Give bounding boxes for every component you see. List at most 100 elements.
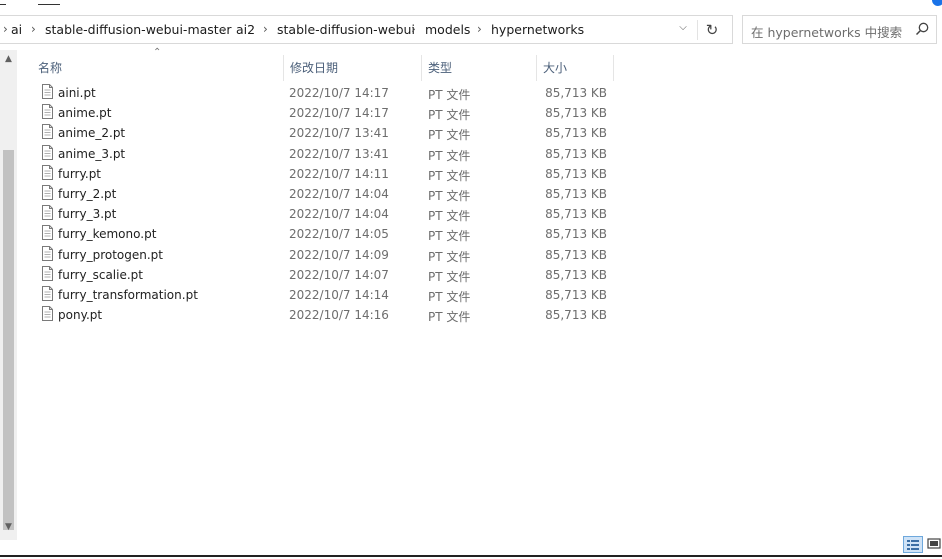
generic-file-icon <box>42 225 53 241</box>
chevron-right-icon[interactable]: › <box>222 22 227 36</box>
file-type: PT 文件 <box>428 88 471 102</box>
generic-file-icon <box>42 306 53 322</box>
file-row[interactable]: anime_3.pt 2022/10/7 13:41 PT 文件 85,713 KB <box>36 144 616 164</box>
breadcrumb-ai2[interactable]: ai2 <box>236 22 255 37</box>
breadcrumb-ai[interactable]: ai <box>11 22 22 37</box>
file-name[interactable]: anime_3.pt <box>58 147 125 161</box>
column-header-size[interactable]: 大小 <box>543 55 614 81</box>
generic-file-icon <box>42 205 53 221</box>
search-icon[interactable] <box>914 21 930 37</box>
file-type: PT 文件 <box>428 229 471 244</box>
details-view-button[interactable] <box>903 536 923 553</box>
file-name[interactable]: furry.pt <box>58 167 101 181</box>
file-modified-date: 2022/10/7 14:04 <box>289 207 389 222</box>
search-input[interactable]: 在 hypernetworks 中搜索 <box>742 15 937 44</box>
file-row[interactable]: aini.pt 2022/10/7 14:17 PT 文件 85,713 KB <box>36 83 616 103</box>
file-name[interactable]: pony.pt <box>58 308 102 322</box>
file-name[interactable]: furry_kemono.pt <box>58 227 156 241</box>
file-row[interactable]: furry_transformation.pt 2022/10/7 14:14 PT… <box>36 285 616 305</box>
file-modified-date: 2022/10/7 14:16 <box>289 308 389 323</box>
large-icons-view-icon <box>927 538 941 549</box>
file-type: PT 文件 <box>428 290 471 304</box>
file-row[interactable]: furry_protogen.pt 2022/10/7 14:09 PT 文件 85,… <box>36 245 616 265</box>
file-modified-date: 2022/10/7 14:09 <box>289 247 389 262</box>
generic-file-icon <box>42 164 53 180</box>
file-type: PT 文件 <box>428 269 471 284</box>
file-size: 85,713 KB <box>545 126 607 141</box>
generic-file-icon <box>42 265 53 281</box>
file-type: PT 文件 <box>428 209 471 224</box>
status-dot-icon <box>932 0 942 6</box>
file-name[interactable]: anime.pt <box>58 106 112 120</box>
chevron-right-icon[interactable]: › <box>263 22 268 36</box>
file-row[interactable]: furry_kemono.pt 2022/10/7 14:05 PT 文件 85,71… <box>36 224 616 244</box>
file-size: 85,713 KB <box>545 227 607 242</box>
file-modified-date: 2022/10/7 14:17 <box>289 86 389 100</box>
file-type: PT 文件 <box>428 168 471 183</box>
vertical-scrollbar[interactable]: ▲ ▼ <box>0 50 17 540</box>
file-name[interactable]: anime_2.pt <box>58 126 125 140</box>
details-view-icon <box>907 540 919 550</box>
file-modified-date: 2022/10/7 14:04 <box>289 187 389 201</box>
generic-file-icon <box>42 144 53 160</box>
file-name[interactable]: furry_3.pt <box>58 207 116 221</box>
file-modified-date: 2022/10/7 13:41 <box>289 146 389 161</box>
breadcrumb-hypernetworks[interactable]: hypernetworks <box>491 22 584 37</box>
file-row[interactable]: anime.pt 2022/10/7 14:17 PT 文件 85,713 KB <box>36 103 616 123</box>
file-type: PT 文件 <box>428 189 471 203</box>
file-row[interactable]: pony.pt 2022/10/7 14:16 PT 文件 85,713 KB <box>36 305 616 325</box>
column-header-type[interactable]: 类型 <box>428 55 537 81</box>
file-size: 85,713 KB <box>545 247 607 262</box>
column-header-date[interactable]: 修改日期 <box>290 55 422 81</box>
file-row[interactable]: anime_2.pt 2022/10/7 13:41 PT 文件 85,713 KB <box>36 123 616 143</box>
file-name[interactable]: furry_protogen.pt <box>58 248 163 262</box>
chevron-right-icon: › <box>3 22 8 36</box>
search-placeholder: 在 hypernetworks 中搜索 <box>751 25 903 40</box>
generic-file-icon <box>42 124 53 140</box>
address-bar[interactable]: › ai › stable-diffusion-webui-master › a… <box>0 15 733 44</box>
file-modified-date: 2022/10/7 14:07 <box>289 267 389 282</box>
file-modified-date: 2022/10/7 14:17 <box>289 106 389 121</box>
scrollbar-thumb[interactable] <box>3 150 14 530</box>
file-row[interactable]: furry_2.pt 2022/10/7 14:04 PT 文件 85,713 KB <box>36 184 616 204</box>
column-header-name[interactable]: 名称 <box>38 55 284 81</box>
chevron-right-icon[interactable]: › <box>31 22 36 36</box>
file-type: PT 文件 <box>428 310 471 325</box>
generic-file-icon <box>42 286 53 301</box>
breadcrumb-models[interactable]: models <box>425 22 470 37</box>
window-bottom-edge <box>0 555 942 557</box>
title-fragment <box>0 0 6 5</box>
file-name[interactable]: furry_2.pt <box>58 187 116 201</box>
breadcrumb-stable-diffusion-webui-master[interactable]: stable-diffusion-webui-master <box>45 22 232 37</box>
file-row[interactable]: furry_3.pt 2022/10/7 14:04 PT 文件 85,713 KB <box>36 204 616 224</box>
scroll-up-icon[interactable]: ▲ <box>0 54 17 64</box>
chevron-down-icon[interactable]: ⌵ <box>673 22 693 38</box>
file-name[interactable]: furry_transformation.pt <box>58 288 198 302</box>
file-size: 85,713 KB <box>545 187 607 201</box>
file-size: 85,713 KB <box>545 267 607 282</box>
file-type: PT 文件 <box>428 128 471 143</box>
generic-file-icon <box>42 245 53 261</box>
chevron-right-icon[interactable]: › <box>477 22 482 36</box>
file-size: 85,713 KB <box>545 288 607 302</box>
file-size: 85,713 KB <box>545 308 607 323</box>
file-modified-date: 2022/10/7 14:05 <box>289 227 389 242</box>
file-row[interactable]: furry.pt 2022/10/7 14:11 PT 文件 85,713 KB <box>36 164 616 184</box>
file-size: 85,713 KB <box>545 86 607 100</box>
file-size: 85,713 KB <box>545 146 607 161</box>
chevron-right-icon[interactable]: › <box>411 22 416 36</box>
file-row[interactable]: furry_scalie.pt 2022/10/7 14:07 PT 文件 85,71… <box>36 265 616 285</box>
file-size: 85,713 KB <box>545 207 607 222</box>
file-modified-date: 2022/10/7 13:41 <box>289 126 389 141</box>
breadcrumb-stable-diffusion-webui[interactable]: stable-diffusion-webui <box>277 22 415 37</box>
generic-file-icon <box>42 185 53 200</box>
scroll-down-icon[interactable]: ▼ <box>0 522 17 532</box>
file-name[interactable]: aini.pt <box>58 86 96 100</box>
file-name[interactable]: furry_scalie.pt <box>58 268 143 282</box>
title-fragment <box>38 0 60 5</box>
file-type: PT 文件 <box>428 108 471 123</box>
large-icons-view-button[interactable] <box>925 536 942 553</box>
refresh-icon[interactable]: ↻ <box>697 20 726 40</box>
file-modified-date: 2022/10/7 14:11 <box>289 166 389 181</box>
file-modified-date: 2022/10/7 14:14 <box>289 288 389 302</box>
